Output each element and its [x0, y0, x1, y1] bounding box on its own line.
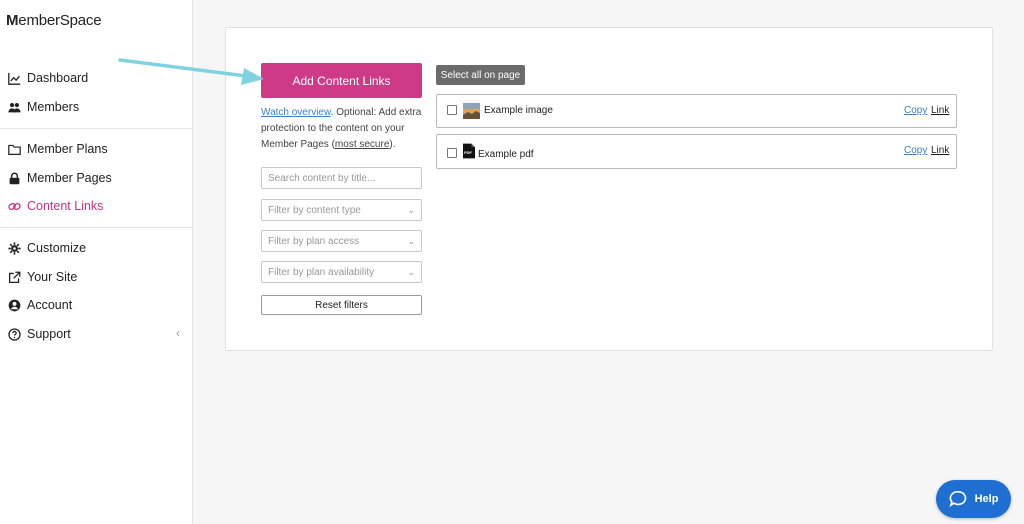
- copy-link[interactable]: Copy: [904, 145, 927, 156]
- lock-icon: [8, 172, 21, 185]
- chevron-down-icon: ⌄: [407, 235, 415, 246]
- nav-item-member-plans[interactable]: Member Plans: [8, 138, 185, 160]
- question-circle-icon: [8, 327, 21, 341]
- content-item-row[interactable]: PDF Example pdf Copy Link: [436, 134, 957, 169]
- select-label: Filter by plan availability: [268, 266, 375, 278]
- nav-label: Support: [27, 327, 71, 341]
- nav-label: Account: [27, 298, 73, 312]
- nav-label: Members: [27, 100, 80, 114]
- select-label: Filter by content type: [268, 204, 361, 216]
- most-secure-link[interactable]: most secure: [335, 139, 389, 150]
- nav-label: Your Site: [27, 270, 78, 284]
- logo-mark: M: [6, 12, 19, 29]
- svg-text:PDF: PDF: [464, 150, 472, 155]
- image-thumbnail-icon: [463, 103, 480, 119]
- open-link[interactable]: Link: [931, 145, 949, 156]
- nav-label: Customize: [27, 241, 87, 255]
- chevron-down-icon: ⌄: [407, 204, 415, 215]
- nav-item-customize[interactable]: Customize: [8, 237, 185, 259]
- external-link-icon: [8, 271, 21, 284]
- brand-logo[interactable]: MemberSpace: [6, 12, 102, 29]
- chat-bubble-icon: [948, 490, 966, 508]
- user-circle-icon: [8, 299, 21, 312]
- collapse-sidebar-icon[interactable]: ‹: [176, 326, 180, 340]
- nav-item-account[interactable]: Account: [8, 294, 185, 316]
- nav-item-member-pages[interactable]: Member Pages: [8, 167, 185, 189]
- users-icon: [8, 101, 21, 114]
- help-text-end: ).: [389, 139, 396, 150]
- nav-item-members[interactable]: Members: [8, 96, 185, 118]
- nav-item-support[interactable]: Support: [8, 323, 185, 345]
- filter-content-type-select[interactable]: Filter by content type ⌄: [261, 199, 422, 221]
- item-name: Example pdf: [478, 149, 534, 160]
- item-name: Example image: [484, 105, 553, 116]
- open-link[interactable]: Link: [931, 105, 949, 116]
- search-field[interactable]: [261, 167, 422, 189]
- nav-label: Member Pages: [27, 171, 112, 185]
- nav-label: Content Links: [27, 199, 104, 213]
- watch-overview-link[interactable]: Watch overview: [261, 107, 331, 118]
- item-checkbox[interactable]: [447, 148, 457, 158]
- content-item-row[interactable]: Example image Copy Link: [436, 94, 957, 128]
- gear-icon: [8, 241, 21, 255]
- select-all-button[interactable]: Select all on page: [436, 65, 525, 85]
- nav-item-content-links[interactable]: Content Links: [8, 195, 185, 217]
- chart-line-icon: [8, 72, 21, 85]
- chevron-down-icon: ⌄: [407, 266, 415, 277]
- copy-link[interactable]: Copy: [904, 105, 927, 116]
- help-text: Watch overview. Optional: Add extra prot…: [261, 105, 427, 153]
- reset-filters-button[interactable]: Reset filters: [261, 295, 422, 315]
- nav-label: Dashboard: [27, 71, 89, 85]
- select-label: Filter by plan access: [268, 235, 360, 247]
- nav-divider: [0, 128, 192, 129]
- search-input[interactable]: [268, 172, 415, 184]
- nav-item-your-site[interactable]: Your Site: [8, 266, 185, 288]
- nav-label: Member Plans: [27, 142, 108, 156]
- filter-plan-availability-select[interactable]: Filter by plan availability ⌄: [261, 261, 422, 283]
- help-label: Help: [974, 493, 999, 505]
- folder-icon: [8, 143, 21, 156]
- annotation-arrow-icon: [118, 58, 264, 85]
- nav-divider: [0, 227, 192, 228]
- help-widget-button[interactable]: Help: [936, 480, 1011, 518]
- item-checkbox[interactable]: [447, 105, 457, 115]
- link-icon: [8, 200, 21, 213]
- logo-text: emberSpace: [18, 12, 102, 29]
- add-content-links-button[interactable]: Add Content Links: [261, 63, 422, 98]
- pdf-file-icon: PDF: [463, 143, 475, 159]
- filter-plan-access-select[interactable]: Filter by plan access ⌄: [261, 230, 422, 252]
